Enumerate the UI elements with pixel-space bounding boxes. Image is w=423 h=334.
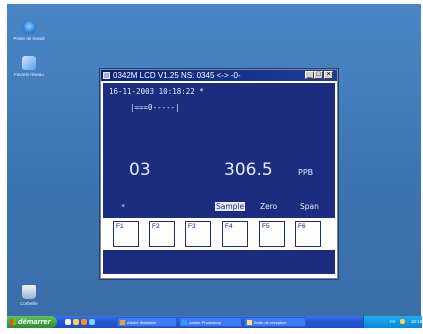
taskbar-clock: 10:18 [411,319,423,324]
softkey-sample[interactable]: Sample [215,202,246,211]
quicklaunch-ie-icon[interactable] [65,319,71,325]
lcd-level-bar: |===0-----| [130,103,180,112]
network-icon [22,56,36,70]
computer-icon [22,20,36,34]
start-button[interactable]: démarrer [7,316,57,328]
window-title: 0342M LCD V1.25 NS: 0345 <-> -0- [113,71,241,80]
lcd-unit: PPB [298,168,314,177]
lcd-channel: 03 [129,160,151,180]
lcd-reading-value: 306.5 [224,160,273,180]
desktop-icon-my-computer[interactable]: Poste de travail [11,20,47,41]
desktop-icon-network[interactable]: Favoris réseau [11,56,47,77]
quicklaunch-folder-icon[interactable] [73,319,79,325]
language-indicator[interactable]: FR [390,319,395,324]
desktop-icon-label: Favoris réseau [14,72,44,77]
lcd-app-window: 0342M LCD V1.25 NS: 0345 <-> -0- _ □ × 1… [100,69,338,279]
taskbar-button-inbox[interactable]: Boîte de réception [244,317,306,327]
taskbar-button-label: Adobe Illustrator [127,320,157,325]
window-titlebar[interactable]: 0342M LCD V1.25 NS: 0345 <-> -0- _ □ × [101,70,337,81]
function-key-row: F1 F2 F3 F4 F5 F6 [101,220,337,247]
photoshop-icon [182,320,187,325]
f6-button[interactable]: F6 [295,221,321,247]
f4-button[interactable]: F4 [222,221,248,247]
system-tray: FR 10:18 [363,316,422,328]
lcd-cursor-icon: * [121,203,126,211]
f1-button[interactable]: F1 [113,221,139,247]
illustrator-icon [120,320,125,325]
taskbar: démarrer Adobe Illustrator Adobe Photosh… [7,316,422,328]
desktop-icon-recycle-bin[interactable]: Corbeille [11,285,47,306]
taskbar-button-label: Adobe Photoshop [189,320,221,325]
taskbar-button-label: Boîte de réception [254,320,287,325]
minimize-button[interactable]: _ [305,71,314,79]
window-footer-panel [103,250,335,274]
lcd-display: 16-11-2003 10:18:22 * |===0-----| 03 306… [103,83,335,218]
quicklaunch-desktop-icon[interactable] [89,319,95,325]
taskbar-button-illustrator[interactable]: Adobe Illustrator [117,317,177,327]
mail-icon [247,320,252,325]
f2-button[interactable]: F2 [149,221,175,247]
f3-button[interactable]: F3 [185,221,211,247]
windows-logo-icon [10,319,16,326]
maximize-button[interactable]: □ [314,71,323,79]
softkey-span[interactable]: Span [300,202,319,211]
desktop-icon-label: Poste de travail [13,36,45,41]
close-button[interactable]: × [324,71,333,79]
softkey-zero[interactable]: Zero [260,202,277,211]
app-icon [103,72,110,79]
desktop-icon-label: Corbeille [20,301,38,306]
recycle-bin-icon [22,285,36,299]
start-label: démarrer [18,317,51,326]
taskbar-button-photoshop[interactable]: Adobe Photoshop [179,317,242,327]
lcd-datetime: 16-11-2003 10:18:22 * [109,87,204,96]
screen: Poste de travail Favoris réseau Corbeill… [0,0,423,334]
tray-app-icon[interactable] [400,319,405,324]
f5-button[interactable]: F5 [259,221,285,247]
quicklaunch-media-icon[interactable] [81,319,87,325]
